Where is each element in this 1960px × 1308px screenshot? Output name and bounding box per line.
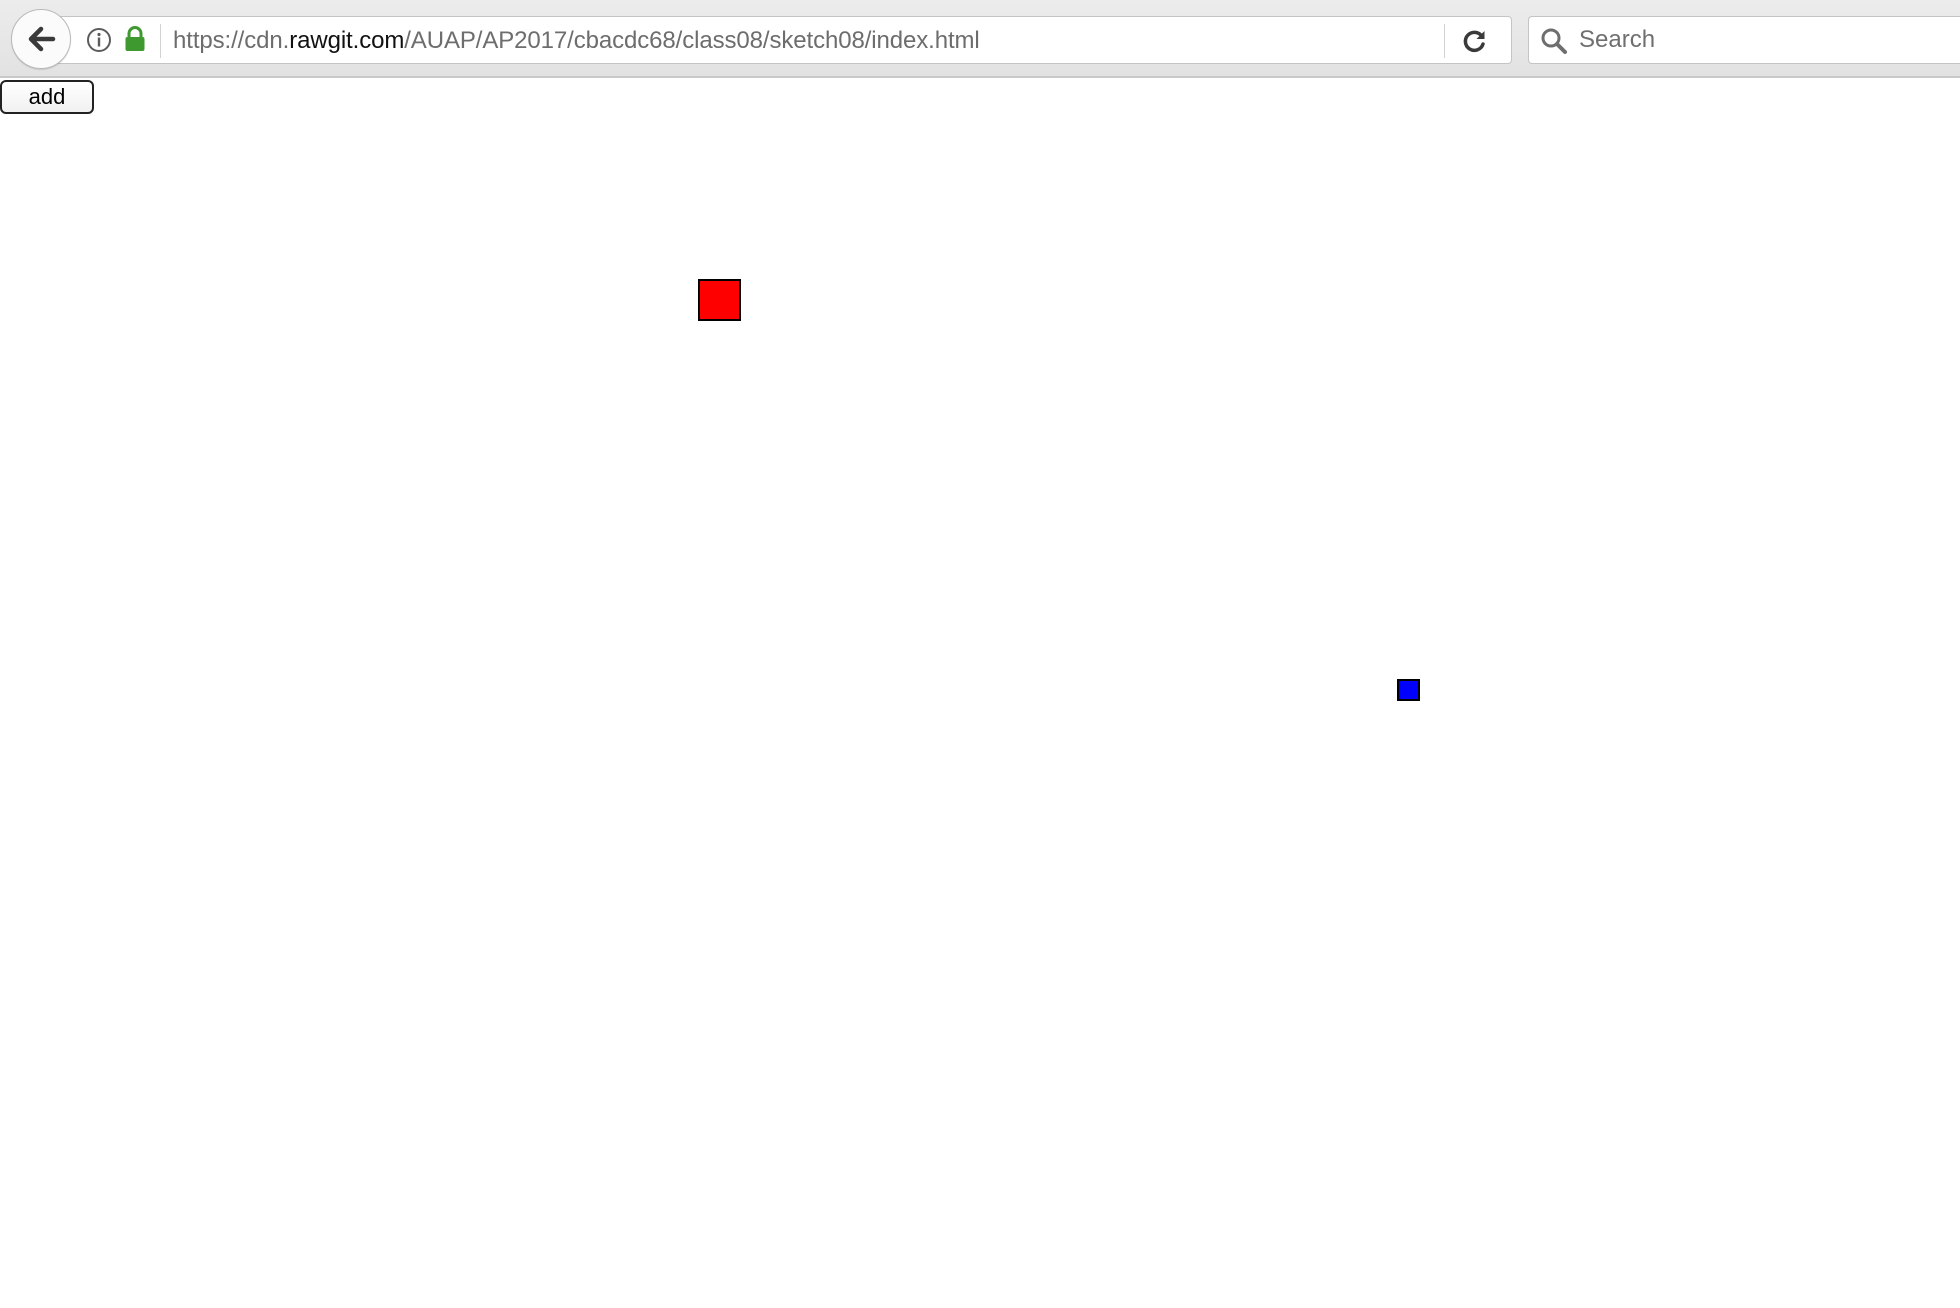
url-text[interactable]: https://cdn.rawgit.com/AUAP/AP2017/cbacd… (173, 17, 980, 65)
back-button[interactable] (11, 9, 71, 69)
reload-icon[interactable] (1460, 27, 1488, 55)
page-content: add (0, 78, 1960, 1308)
red-square (698, 279, 741, 321)
url-prefix: https://cdn. (173, 27, 290, 54)
search-bar[interactable] (1528, 16, 1960, 64)
sketch-canvas[interactable] (0, 78, 1960, 1308)
info-icon[interactable] (86, 27, 112, 53)
back-arrow-icon (28, 26, 56, 52)
address-bar[interactable]: https://cdn.rawgit.com/AUAP/AP2017/cbacd… (56, 16, 1512, 64)
url-path: /AUAP/AP2017/cbacdc68/class08/sketch08/i… (404, 27, 980, 54)
lock-icon[interactable] (124, 26, 146, 52)
blue-square (1397, 679, 1420, 701)
search-icon (1541, 28, 1567, 54)
reload-divider (1444, 24, 1445, 58)
search-input[interactable] (1579, 17, 1949, 63)
url-divider (160, 24, 161, 58)
url-domain: rawgit.com (289, 27, 405, 54)
browser-toolbar: https://cdn.rawgit.com/AUAP/AP2017/cbacd… (0, 0, 1960, 78)
add-button[interactable]: add (0, 80, 94, 114)
